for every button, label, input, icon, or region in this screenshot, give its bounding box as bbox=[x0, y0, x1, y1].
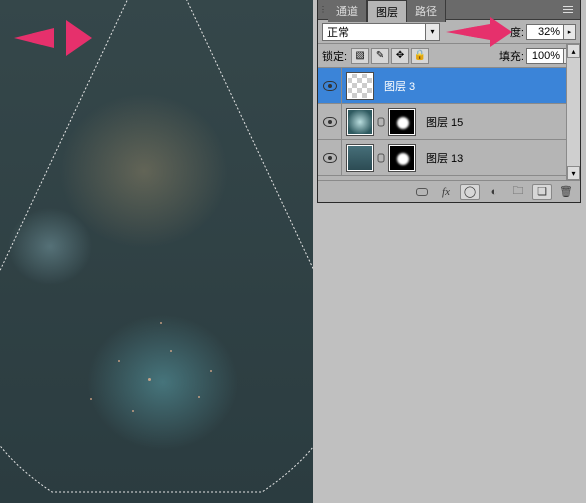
fill-label: 填充: bbox=[499, 48, 524, 64]
layers-panel: ⋮ 通道 图层 路径 正常 ▾ bbox=[318, 0, 580, 202]
canvas-area[interactable] bbox=[0, 0, 313, 503]
sparkle bbox=[160, 322, 162, 324]
layer-name[interactable]: 图层 13 bbox=[426, 150, 463, 166]
new-group-icon[interactable]: 🗀 bbox=[508, 184, 528, 200]
adjustment-layer-icon[interactable]: ◐ bbox=[484, 184, 504, 200]
sparkle bbox=[132, 410, 134, 412]
fill-input[interactable]: 100% bbox=[526, 48, 564, 64]
scroll-track[interactable] bbox=[567, 58, 580, 166]
panel-menu-icon[interactable] bbox=[559, 3, 577, 17]
layer-name[interactable]: 图层 15 bbox=[426, 114, 463, 130]
fx-icon[interactable]: fx bbox=[436, 184, 456, 200]
delete-layer-icon[interactable]: 🗑 bbox=[556, 184, 576, 200]
scroll-down-icon[interactable]: ▾ bbox=[567, 166, 580, 180]
mask-link-icon[interactable] bbox=[377, 115, 385, 129]
sparkle bbox=[148, 378, 151, 381]
blend-mode-caret-icon[interactable]: ▾ bbox=[426, 23, 440, 41]
sparkle bbox=[198, 396, 200, 398]
layer-row[interactable]: 图层 3 bbox=[318, 68, 580, 104]
lock-all-icon[interactable]: 🔒 bbox=[411, 48, 429, 64]
sparkle bbox=[118, 360, 120, 362]
fill-value: 100% bbox=[532, 50, 560, 62]
layer-mask-thumbnail[interactable] bbox=[388, 144, 416, 172]
eye-icon bbox=[323, 153, 337, 163]
layer-row[interactable]: 图层 15 bbox=[318, 104, 580, 140]
lock-pixels-icon[interactable]: ✎ bbox=[371, 48, 389, 64]
add-mask-icon[interactable]: ◯ bbox=[460, 184, 480, 200]
tab-paths[interactable]: 路径 bbox=[407, 0, 446, 22]
panel-grip-icon[interactable]: ⋮ bbox=[318, 5, 328, 14]
layer-thumbnail[interactable] bbox=[346, 72, 374, 100]
opacity-value: 32% bbox=[538, 26, 560, 38]
layer-visibility-toggle[interactable] bbox=[318, 140, 342, 175]
link-layers-icon[interactable] bbox=[412, 184, 432, 200]
blend-mode-value: 正常 bbox=[327, 24, 349, 40]
blend-mode-select[interactable]: 正常 bbox=[322, 23, 426, 41]
mask-link-icon[interactable] bbox=[377, 151, 385, 165]
lock-transparent-icon[interactable]: ▧ bbox=[351, 48, 369, 64]
layers-list: 图层 3 图层 15 bbox=[318, 68, 580, 180]
layer-thumbnail[interactable] bbox=[346, 108, 374, 136]
eye-icon bbox=[323, 117, 337, 127]
canvas-background bbox=[0, 0, 313, 503]
new-layer-icon[interactable]: ❏ bbox=[532, 184, 552, 200]
sparkle bbox=[170, 350, 172, 352]
tab-layers[interactable]: 图层 bbox=[367, 0, 407, 22]
sparkle bbox=[90, 398, 92, 400]
layer-visibility-toggle[interactable] bbox=[318, 104, 342, 139]
layer-visibility-toggle[interactable] bbox=[318, 68, 342, 103]
panel-footer: fx ◯ ◐ 🗀 ❏ 🗑 bbox=[318, 180, 580, 202]
lock-position-icon[interactable]: ✥ bbox=[391, 48, 409, 64]
panel-tabbar: ⋮ 通道 图层 路径 bbox=[318, 0, 580, 20]
layer-mask-thumbnail[interactable] bbox=[388, 108, 416, 136]
layer-row[interactable]: 图层 13 bbox=[318, 140, 580, 176]
opacity-caret-icon[interactable]: ▸ bbox=[564, 24, 576, 40]
tab-channels[interactable]: 通道 bbox=[328, 0, 367, 22]
opacity-input[interactable]: 32% bbox=[526, 24, 564, 40]
eye-icon bbox=[323, 81, 337, 91]
layer-thumbnail[interactable] bbox=[346, 144, 374, 172]
layer-name[interactable]: 图层 3 bbox=[384, 78, 415, 94]
sparkle bbox=[210, 370, 212, 372]
lock-label: 锁定: bbox=[322, 48, 347, 64]
scroll-up-icon[interactable]: ▴ bbox=[567, 44, 580, 58]
layers-scrollbar[interactable]: ▴ ▾ bbox=[566, 44, 580, 180]
opacity-label: 度: bbox=[510, 24, 524, 40]
